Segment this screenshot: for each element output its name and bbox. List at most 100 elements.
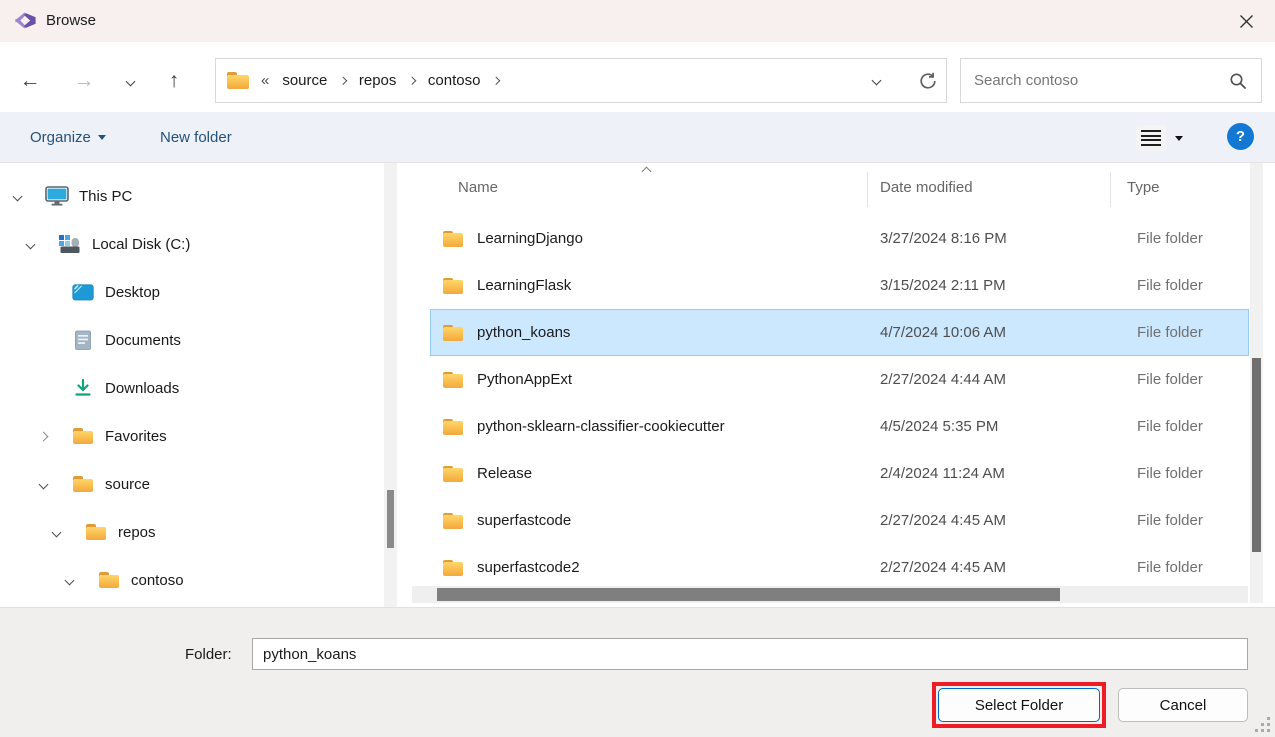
chevron-right-icon[interactable]: [408, 77, 416, 85]
file-row-selected[interactable]: python_koans 4/7/2024 10:06 AM File fold…: [430, 309, 1249, 356]
recent-locations-button[interactable]: [112, 63, 148, 99]
chevron-down-icon: [52, 527, 62, 537]
expander[interactable]: [53, 529, 83, 536]
caret-down-icon: [1175, 136, 1183, 141]
address-dropdown-button[interactable]: [856, 59, 896, 102]
browse-dialog: Browse ← → ↑ « source repos contoso: [0, 0, 1275, 737]
search-icon[interactable]: [1229, 72, 1247, 90]
breadcrumb-segment-source[interactable]: source: [282, 72, 327, 89]
search-input[interactable]: [961, 59, 1261, 102]
expander[interactable]: [40, 433, 70, 440]
tree-item-favorites[interactable]: Favorites: [0, 412, 382, 460]
breadcrumb-segment-contoso[interactable]: contoso: [428, 72, 481, 89]
folder-icon: [70, 424, 96, 448]
arrow-right-icon: →: [74, 69, 95, 93]
file-row[interactable]: Release 2/4/2024 11:24 AM File folder: [430, 450, 1249, 497]
column-divider[interactable]: [1110, 172, 1111, 207]
folder-tree: This PC Local Disk (C:: [0, 163, 382, 604]
breadcrumb-overflow[interactable]: «: [261, 72, 269, 89]
folder-icon: [83, 520, 109, 544]
folder-icon: [227, 72, 249, 89]
chevron-down-icon: [125, 76, 135, 86]
column-header-name[interactable]: Name: [458, 179, 498, 196]
sort-ascending-icon: [642, 167, 652, 177]
tree-item-desktop[interactable]: Desktop: [0, 268, 382, 316]
address-bar[interactable]: « source repos contoso: [215, 58, 947, 103]
file-row[interactable]: superfastcode2 2/27/2024 4:45 AM File fo…: [430, 544, 1249, 591]
tree-item-this-pc[interactable]: This PC: [0, 172, 382, 220]
content-area: This PC Local Disk (C:: [0, 163, 1275, 607]
scrollbar-thumb[interactable]: [437, 588, 1060, 601]
file-row[interactable]: python-sklearn-classifier-cookiecutter 4…: [430, 403, 1249, 450]
tree-item-source[interactable]: source: [0, 460, 382, 508]
arrow-left-icon: ←: [20, 69, 41, 93]
list-view-icon: [1136, 125, 1166, 151]
chevron-right-icon[interactable]: [492, 77, 500, 85]
column-header-date-modified[interactable]: Date modified: [880, 179, 973, 196]
new-folder-button[interactable]: New folder: [160, 112, 232, 162]
file-row[interactable]: superfastcode 2/27/2024 4:45 AM File fol…: [430, 497, 1249, 544]
forward-button[interactable]: →: [66, 63, 102, 99]
up-button[interactable]: ↑: [156, 63, 192, 99]
caret-down-icon: [98, 135, 106, 140]
expander[interactable]: [14, 193, 44, 200]
command-toolbar: Organize New folder ?: [0, 112, 1275, 163]
cancel-button[interactable]: Cancel: [1118, 688, 1248, 722]
resize-grip[interactable]: [1267, 729, 1270, 732]
titlebar: Browse: [0, 0, 1275, 42]
vertical-scrollbar[interactable]: [1250, 163, 1263, 603]
back-button[interactable]: ←: [12, 63, 48, 99]
column-divider[interactable]: [867, 172, 868, 207]
folder-icon: [96, 568, 122, 592]
chevron-down-icon: [26, 239, 36, 249]
chevron-down-icon: [39, 479, 49, 489]
tree-item-repos[interactable]: repos: [0, 508, 382, 556]
dialog-footer: Folder: Select Folder Cancel: [0, 607, 1275, 737]
sidebar-scrollbar[interactable]: [384, 163, 397, 607]
tree-item-documents[interactable]: Documents: [0, 316, 382, 364]
help-button[interactable]: ?: [1227, 123, 1254, 150]
chevron-right-icon: [39, 431, 49, 441]
expander[interactable]: [66, 577, 96, 584]
file-row[interactable]: PythonAppExt 2/27/2024 4:44 AM File fold…: [430, 356, 1249, 403]
new-folder-label: New folder: [160, 129, 232, 146]
file-row[interactable]: LearningDjango 3/27/2024 8:16 PM File fo…: [430, 215, 1249, 262]
chevron-down-icon: [65, 575, 75, 585]
refresh-button[interactable]: [908, 59, 948, 102]
desktop-icon: [70, 280, 96, 304]
expander[interactable]: [27, 241, 57, 248]
search-box: [960, 58, 1262, 103]
help-label: ?: [1236, 128, 1245, 145]
scrollbar-thumb[interactable]: [387, 490, 394, 548]
select-folder-button[interactable]: Select Folder: [938, 688, 1100, 722]
folder-tree-sidebar: This PC Local Disk (C:: [0, 163, 382, 607]
organize-button[interactable]: Organize: [30, 112, 106, 162]
horizontal-scrollbar[interactable]: [412, 586, 1248, 603]
folder-icon: [443, 419, 463, 435]
folder-icon: [443, 560, 463, 576]
expander[interactable]: [40, 481, 70, 488]
chevron-down-icon: [13, 191, 23, 201]
folder-icon: [443, 231, 463, 247]
tree-item-contoso[interactable]: contoso: [0, 556, 382, 604]
file-list: Name Date modified Type LearningDjango 3…: [430, 163, 1250, 607]
close-button[interactable]: [1225, 4, 1267, 38]
tree-item-local-disk-c[interactable]: Local Disk (C:): [0, 220, 382, 268]
folder-icon: [443, 513, 463, 529]
folder-icon: [443, 372, 463, 388]
file-row[interactable]: LearningFlask 3/15/2024 2:11 PM File fol…: [430, 262, 1249, 309]
this-pc-icon: [44, 184, 70, 208]
folder-name-input[interactable]: [252, 638, 1248, 670]
scrollbar-thumb[interactable]: [1252, 358, 1261, 552]
folder-icon: [443, 466, 463, 482]
breadcrumb-segment-repos[interactable]: repos: [359, 72, 397, 89]
close-icon: [1239, 14, 1254, 29]
chevron-right-icon[interactable]: [339, 77, 347, 85]
chevron-down-icon: [871, 76, 881, 86]
documents-icon: [70, 328, 96, 352]
tree-item-downloads[interactable]: Downloads: [0, 364, 382, 412]
change-view-button[interactable]: [1130, 121, 1188, 155]
local-disk-icon: [57, 232, 83, 256]
column-header-type[interactable]: Type: [1127, 179, 1160, 196]
arrow-up-icon: ↑: [169, 69, 180, 93]
